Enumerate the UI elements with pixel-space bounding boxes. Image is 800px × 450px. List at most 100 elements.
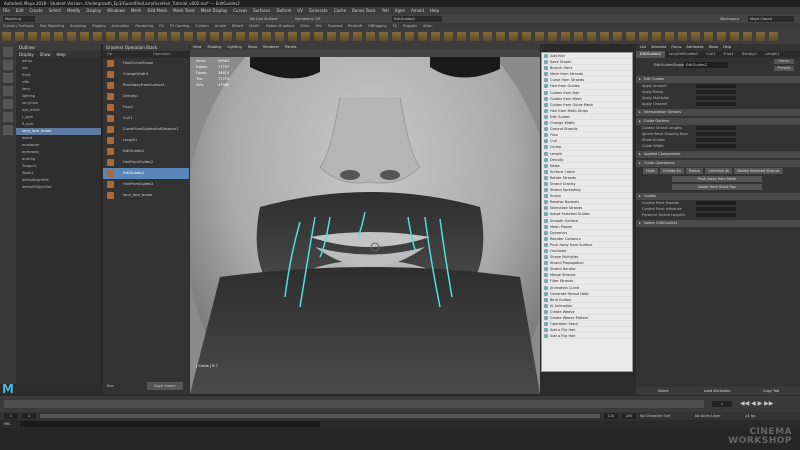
presets-button[interactable]: Presets [774, 66, 794, 71]
shelf-tool-icon[interactable] [743, 32, 752, 41]
shelf-tab[interactable]: Tooshed [325, 23, 345, 30]
shelf-tool-icon[interactable] [535, 32, 544, 41]
operation-row[interactable]: EditGuides2 [103, 168, 189, 179]
operation-row[interactable]: EditGuides2 [103, 146, 189, 157]
menu-generate[interactable]: Generate [306, 7, 331, 15]
guide-op-button[interactable]: Unfreeze All [705, 168, 733, 174]
shelf-tool-icon[interactable] [15, 32, 24, 41]
shelf-tool-icon[interactable] [717, 32, 726, 41]
attr-field-value[interactable] [696, 84, 736, 88]
shelf-tool-icon[interactable] [223, 32, 232, 41]
viewport-menu-panels[interactable]: Panels [282, 44, 299, 50]
shelf-tool-icon[interactable] [496, 32, 505, 41]
attr-tab[interactable]: Density1 [738, 51, 762, 58]
operation-row[interactable]: larry_face_brows [103, 190, 189, 201]
outliner-row[interactable]: dusting [16, 156, 101, 163]
attr-section-header[interactable]: Interpolation Options [636, 109, 800, 116]
shelf-tool-icon[interactable] [158, 32, 167, 41]
attr-tab[interactable]: Curl1 [702, 51, 719, 58]
shelf-tool-icon[interactable] [184, 32, 193, 41]
timeline[interactable]: 1 ◀◀ ◀ ▶ ▶▶ [0, 396, 800, 412]
attr-tab[interactable]: Length1 [761, 51, 783, 58]
attr-field-value[interactable] [696, 102, 736, 106]
shelf-tool-icon[interactable] [457, 32, 466, 41]
attr-field-value[interactable] [696, 132, 736, 136]
shelf-tab[interactable]: Custom [192, 23, 211, 30]
outliner-row[interactable]: larryCam [16, 100, 101, 107]
shelf-tool-icon[interactable] [769, 32, 778, 41]
shelf-tool-icon[interactable] [132, 32, 141, 41]
shelf-tool-icon[interactable] [418, 32, 427, 41]
outliner-row[interactable]: side [16, 79, 101, 86]
shelf-tool-icon[interactable] [613, 32, 622, 41]
shelf-tool-icon[interactable] [249, 32, 258, 41]
menu-modify[interactable]: Modify [64, 7, 83, 15]
shelf-tool-icon[interactable] [704, 32, 713, 41]
menu-bonus-tools[interactable]: Bonus Tools [349, 7, 378, 15]
menu-item[interactable]: Add a Flip Hair [542, 333, 632, 340]
outliner-menu-display[interactable]: Display [19, 52, 34, 57]
playback-controls-icon[interactable]: ◀◀ ◀ ▶ ▶▶ [740, 400, 773, 407]
menu-curves[interactable]: Curves [230, 7, 250, 15]
guide-op-button[interactable]: Hook [643, 168, 658, 174]
range-start-field[interactable]: 1 [4, 413, 18, 419]
menu-uv[interactable]: UV [294, 7, 306, 15]
menu-edit-mesh[interactable]: Edit Mesh [145, 7, 171, 15]
shelf-tool-icon[interactable] [392, 32, 401, 41]
shelf-tool-icon[interactable] [548, 32, 557, 41]
node-name-field[interactable]: EditGuides2 [684, 62, 728, 68]
shelf-tool-icon[interactable] [470, 32, 479, 41]
outliner-row[interactable]: R_eyel [16, 121, 101, 128]
viewport-render[interactable] [190, 57, 540, 394]
shelf-tab[interactable]: Yeti [313, 23, 325, 30]
shelf-tab[interactable]: FX Caching [167, 23, 193, 30]
range-min-field[interactable]: 1 [22, 413, 36, 419]
menu-help[interactable]: Help [427, 7, 442, 15]
shelf-tool-icon[interactable] [288, 32, 297, 41]
workspace-mode-select[interactable]: Modeling [3, 16, 35, 22]
viewport-menu-shading[interactable]: Shading [204, 44, 224, 50]
last-tool-icon[interactable] [3, 125, 13, 135]
outliner-row[interactable]: Tongue1 [16, 163, 101, 170]
shelf-tool-icon[interactable] [431, 32, 440, 41]
shelf-tool-icon[interactable] [236, 32, 245, 41]
operation-row[interactable]: HashCurveShape [103, 58, 189, 69]
shelf-tool-icon[interactable] [678, 32, 687, 41]
anim-layer-label[interactable]: No Anim Layer [695, 413, 721, 419]
shelf-tab[interactable]: HBRigging [365, 23, 389, 30]
outliner-row[interactable]: beard [16, 135, 101, 142]
shelf-tab[interactable]: Motion Graphics [263, 23, 297, 30]
attr-footer-button[interactable]: Select [636, 387, 690, 395]
attr-menu-help[interactable]: Help [723, 45, 731, 49]
attr-menu-show[interactable]: Show [709, 45, 718, 49]
attr-section-header[interactable]: Guides [636, 193, 800, 200]
shelf-tool-icon[interactable] [54, 32, 63, 41]
current-frame-field[interactable]: 1 [712, 401, 732, 407]
outliner-row[interactable]: defaultObjectSet [16, 184, 101, 191]
viewport-menu-show[interactable]: Show [245, 44, 260, 50]
menu-select[interactable]: Select [46, 7, 64, 15]
shelf-tool-icon[interactable] [210, 32, 219, 41]
shelf-tool-icon[interactable] [327, 32, 336, 41]
operation-row[interactable]: ChangeWidth1 [103, 69, 189, 80]
shelf-tab[interactable]: XGen [297, 23, 312, 30]
attr-section-header[interactable]: Edit Guides [636, 76, 800, 83]
range-slider[interactable] [40, 414, 600, 418]
attr-tab[interactable]: Frizz1 [720, 51, 738, 58]
command-input[interactable] [20, 421, 320, 427]
menu-xgen[interactable]: Xgen [392, 7, 408, 15]
shelf-tool-icon[interactable] [2, 32, 11, 41]
shelf-tool-icon[interactable] [574, 32, 583, 41]
attr-section-header[interactable]: Guide Operations [636, 160, 800, 167]
shelf-tool-icon[interactable] [353, 32, 362, 41]
operation-row[interactable]: Frizz1 [103, 102, 189, 113]
shelf-tool-icon[interactable] [665, 32, 674, 41]
shelf-tool-icon[interactable] [587, 32, 596, 41]
shelf-tool-icon[interactable] [600, 32, 609, 41]
shelf-tool-icon[interactable] [730, 32, 739, 41]
shelf-tab[interactable]: Rigging [89, 23, 108, 30]
guide-op-button[interactable]: Delete Selected Strands [734, 168, 783, 174]
shelf-tool-icon[interactable] [41, 32, 50, 41]
shelf-tool-icon[interactable] [366, 32, 375, 41]
operation-row[interactable]: Curl1 [103, 113, 189, 124]
